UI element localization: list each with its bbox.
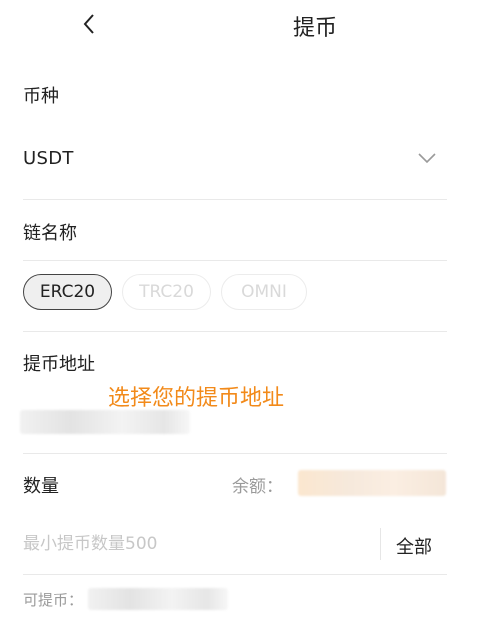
divider: [23, 574, 447, 575]
coin-select[interactable]: USDT: [23, 140, 447, 180]
balance-label: 余额：: [232, 477, 283, 497]
divider: [23, 331, 447, 332]
chain-label: 链名称: [23, 223, 77, 244]
available-value-redacted: [88, 588, 228, 610]
amount-input[interactable]: [23, 526, 368, 562]
chain-option-trc20[interactable]: TRC20: [122, 274, 211, 310]
back-chevron-icon[interactable]: [78, 10, 102, 38]
chevron-down-icon: [418, 153, 436, 164]
chain-option-omni[interactable]: OMNI: [221, 274, 307, 310]
divider: [23, 260, 447, 261]
balance-value-redacted: [298, 470, 446, 496]
divider: [23, 453, 447, 454]
amount-label: 数量: [23, 476, 59, 497]
all-button[interactable]: 全部: [396, 533, 432, 559]
address-hint[interactable]: 选择您的提币地址: [108, 380, 284, 412]
address-label: 提币地址: [23, 354, 95, 375]
divider: [23, 199, 447, 200]
page-title: 提币: [292, 16, 337, 41]
coin-value: USDT: [23, 148, 74, 169]
coin-label: 币种: [23, 86, 59, 107]
chain-option-erc20[interactable]: ERC20: [23, 274, 112, 310]
vertical-separator: [380, 528, 381, 560]
available-label: 可提币：: [23, 591, 84, 609]
address-value-redacted[interactable]: [20, 410, 190, 434]
